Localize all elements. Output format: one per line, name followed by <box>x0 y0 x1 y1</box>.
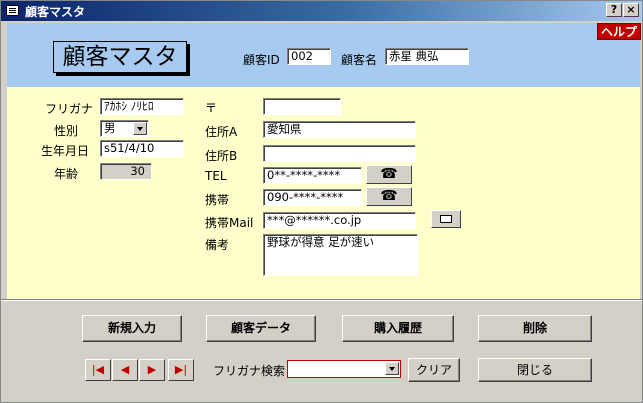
tel-field[interactable]: 0**-****-**** <box>263 167 362 184</box>
address-b-label: 住所B <box>205 149 238 163</box>
phone-icon: ☎ <box>380 166 398 182</box>
clear-button[interactable]: クリア <box>408 358 460 382</box>
window-title: 顧客マスタ <box>25 5 86 19</box>
notes-label: 備考 <box>205 238 230 252</box>
purchase-history-button[interactable]: 購入履歴 <box>342 315 454 342</box>
send-mail-button[interactable] <box>431 210 461 228</box>
last-record-icon[interactable]: ▶| <box>168 359 194 381</box>
mobile-mail-field[interactable]: ***@******.co.jp <box>263 212 416 229</box>
gender-select[interactable]: 男 <box>100 120 149 137</box>
furigana-search-label: フリガナ検索 <box>213 364 286 378</box>
first-record-icon[interactable]: |◀ <box>85 359 111 381</box>
call-mobile-button[interactable]: ☎ <box>366 187 412 206</box>
customer-name-label: 顧客名 <box>341 53 378 67</box>
address-a-field[interactable]: 愛知県 <box>263 121 416 138</box>
close-button[interactable]: 閉じる <box>478 358 592 382</box>
birthdate-label: 生年月日 <box>41 144 90 158</box>
postal-field[interactable] <box>263 98 341 115</box>
customer-id-field[interactable]: 002 <box>287 48 331 65</box>
gender-value: 男 <box>104 121 116 135</box>
postal-label: 〒 <box>205 101 218 115</box>
customer-name-field[interactable]: 赤星 典弘 <box>385 48 469 65</box>
customer-master-window: 顧客マスタ ? × 顧客マスタ 顧客ID 002 顧客名 赤星 典弘 ヘルプ フ… <box>0 0 643 403</box>
customer-id-label: 顧客ID <box>243 53 280 67</box>
furigana-search-combo[interactable] <box>287 360 401 378</box>
next-record-icon[interactable]: ▶ <box>139 359 165 381</box>
age-label: 年齢 <box>54 167 79 181</box>
tel-label: TEL <box>205 169 227 183</box>
page-title: 顧客マスタ <box>53 41 187 73</box>
mobile-label: 携帯 <box>205 193 230 207</box>
help-button[interactable]: ヘルプ <box>597 23 641 40</box>
address-b-field[interactable] <box>263 145 416 162</box>
form-icon <box>6 5 19 16</box>
mail-icon <box>440 215 452 223</box>
form-body: フリガナ ｱｶﾎｼ ﾉﾘﾋﾛ 性別 男 生年月日 s51/4/10 年齢 30 … <box>7 87 640 299</box>
phone-icon: ☎ <box>380 188 398 204</box>
new-entry-button[interactable]: 新規入力 <box>82 315 182 342</box>
furigana-label: フリガナ <box>45 102 94 116</box>
divider-highlight <box>1 300 642 301</box>
gender-label: 性別 <box>54 124 79 138</box>
mobile-field[interactable]: 090-****-**** <box>263 189 362 206</box>
furigana-field[interactable]: ｱｶﾎｼ ﾉﾘﾋﾛ <box>100 98 184 115</box>
chevron-down-icon[interactable] <box>385 362 399 375</box>
age-field: 30 <box>100 163 152 180</box>
mobile-mail-label: 携帯Mail <box>205 216 254 230</box>
call-tel-button[interactable]: ☎ <box>366 165 412 184</box>
close-icon[interactable]: × <box>623 3 639 17</box>
previous-record-icon[interactable]: ◀ <box>112 359 138 381</box>
header-panel: 顧客マスタ 顧客ID 002 顧客名 赤星 典弘 <box>7 23 640 87</box>
birthdate-field[interactable]: s51/4/10 <box>100 140 184 157</box>
address-a-label: 住所A <box>205 125 238 139</box>
notes-field[interactable]: 野球が得意 足が速い <box>263 234 418 276</box>
title-bar: 顧客マスタ ? × <box>1 1 642 21</box>
chevron-down-icon[interactable] <box>133 122 147 135</box>
delete-button[interactable]: 削除 <box>478 315 592 342</box>
help-icon[interactable]: ? <box>606 3 622 17</box>
customer-data-button[interactable]: 顧客データ <box>206 315 316 342</box>
